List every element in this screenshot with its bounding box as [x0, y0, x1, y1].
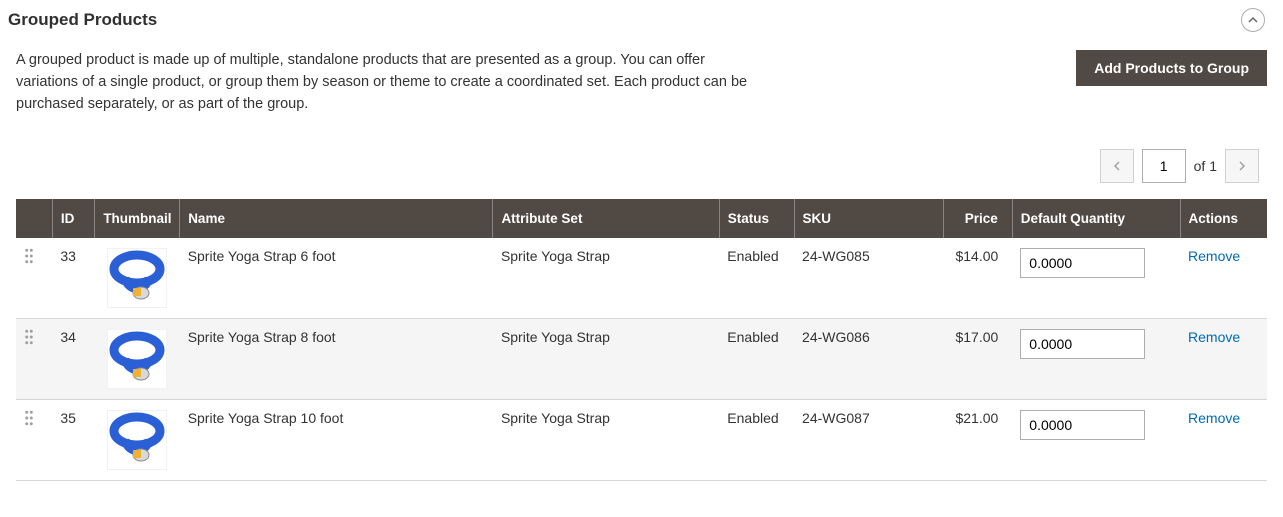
cell-sku: 24-WG087: [794, 400, 944, 481]
cell-name: Sprite Yoga Strap 10 foot: [180, 400, 493, 481]
cell-attribute: Sprite Yoga Strap: [493, 319, 719, 400]
cell-id: 35: [52, 400, 94, 481]
grouped-products-table: ID Thumbnail Name Attribute Set Status S…: [16, 199, 1267, 481]
thumbnail-image: [107, 329, 167, 389]
cell-attribute: Sprite Yoga Strap: [493, 238, 719, 319]
cell-id: 33: [52, 238, 94, 319]
remove-link[interactable]: Remove: [1188, 329, 1240, 345]
column-actions: Actions: [1180, 199, 1267, 238]
pager-prev-button[interactable]: [1100, 149, 1134, 183]
drag-handle-icon[interactable]: [24, 329, 34, 345]
cell-name: Sprite Yoga Strap 6 foot: [180, 238, 493, 319]
cell-sku: 24-WG086: [794, 319, 944, 400]
section-title: Grouped Products: [8, 10, 157, 30]
column-qty: Default Quantity: [1012, 199, 1180, 238]
table-row: 33 Sprite Yoga Strap 6 foot Sprite Yoga …: [16, 238, 1267, 319]
table-row: 34 Sprite Yoga Strap 8 foot Sprite Yoga …: [16, 319, 1267, 400]
cell-attribute: Sprite Yoga Strap: [493, 400, 719, 481]
column-status: Status: [719, 199, 794, 238]
chevron-up-icon: [1247, 14, 1259, 26]
column-drag: [16, 199, 52, 238]
qty-input[interactable]: [1020, 329, 1145, 359]
chevron-right-icon: [1237, 161, 1247, 171]
cell-id: 34: [52, 319, 94, 400]
drag-handle-icon[interactable]: [24, 248, 34, 264]
column-attribute: Attribute Set: [493, 199, 719, 238]
qty-input[interactable]: [1020, 410, 1145, 440]
cell-price: $21.00: [944, 400, 1013, 481]
pager: of 1: [16, 149, 1267, 183]
column-thumbnail: Thumbnail: [95, 199, 180, 238]
thumbnail-image: [107, 410, 167, 470]
cell-status: Enabled: [719, 319, 794, 400]
cell-status: Enabled: [719, 238, 794, 319]
column-id: ID: [52, 199, 94, 238]
pager-of-label: of 1: [1194, 158, 1217, 174]
cell-name: Sprite Yoga Strap 8 foot: [180, 319, 493, 400]
add-products-button[interactable]: Add Products to Group: [1076, 50, 1267, 86]
table-row: 35 Sprite Yoga Strap 10 foot Sprite Yoga…: [16, 400, 1267, 481]
column-name: Name: [180, 199, 493, 238]
cell-price: $14.00: [944, 238, 1013, 319]
drag-handle-icon[interactable]: [24, 410, 34, 426]
collapse-toggle[interactable]: [1241, 8, 1265, 32]
chevron-left-icon: [1112, 161, 1122, 171]
cell-price: $17.00: [944, 319, 1013, 400]
column-price: Price: [944, 199, 1013, 238]
remove-link[interactable]: Remove: [1188, 410, 1240, 426]
pager-current-input[interactable]: [1142, 149, 1186, 183]
pager-next-button[interactable]: [1225, 149, 1259, 183]
qty-input[interactable]: [1020, 248, 1145, 278]
column-sku: SKU: [794, 199, 944, 238]
thumbnail-image: [107, 248, 167, 308]
cell-sku: 24-WG085: [794, 238, 944, 319]
cell-status: Enabled: [719, 400, 794, 481]
remove-link[interactable]: Remove: [1188, 248, 1240, 264]
section-description: A grouped product is made up of multiple…: [16, 50, 756, 115]
